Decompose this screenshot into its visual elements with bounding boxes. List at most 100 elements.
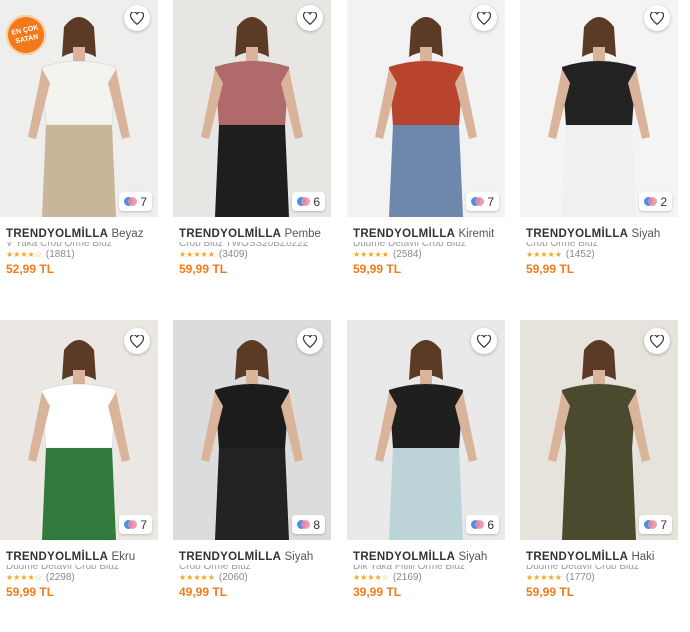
favorite-heart-icon[interactable] xyxy=(644,328,670,354)
product-card[interactable]: 6 TRENDYOLMİLLA Pembe Crop Bluz TWOSS20B… xyxy=(173,0,331,287)
product-subtitle: Crop Örme Bluz xyxy=(179,565,329,569)
product-image[interactable]: 7 xyxy=(520,320,678,540)
product-title[interactable]: TRENDYOLMİLLA Haki xyxy=(526,549,676,565)
rating: ★★★★★ (2584) xyxy=(353,248,422,260)
rating-count: (2584) xyxy=(392,248,422,260)
color-count: 7 xyxy=(140,517,147,532)
product-image[interactable]: 2 xyxy=(520,0,678,217)
product-name: Haki xyxy=(631,551,655,563)
color-variants-badge[interactable]: 7 xyxy=(119,515,152,534)
rating-stars-icon: ★★★★★ xyxy=(526,249,562,259)
product-name: Ekru xyxy=(111,551,136,563)
product-image[interactable]: 8 xyxy=(173,320,331,540)
rating: ★★★★☆ (2298) xyxy=(6,571,75,583)
color-count: 6 xyxy=(313,194,320,209)
price: 49,99 TL xyxy=(179,585,228,599)
rating-stars-icon: ★★★★★ xyxy=(179,572,215,582)
brand-name: TRENDYOLMİLLA xyxy=(179,551,282,563)
product-title[interactable]: TRENDYOLMİLLA Beyaz xyxy=(6,226,156,242)
rating: ★★★★☆ (1881) xyxy=(6,248,75,260)
product-card[interactable]: 8 TRENDYOLMİLLA Siyah Crop Örme Bluz ★★★… xyxy=(173,320,331,610)
product-name: Siyah xyxy=(284,551,314,563)
rating-count: (3409) xyxy=(218,248,248,260)
product-card[interactable]: 6 TRENDYOLMİLLA Siyah Dik Yaka Fitilli Ö… xyxy=(347,320,505,610)
color-variants-badge[interactable]: 8 xyxy=(292,515,325,534)
brand-name: TRENDYOLMİLLA xyxy=(179,228,282,240)
color-count: 6 xyxy=(487,517,494,532)
product-subtitle: Düğme Detaylı Crop Bluz xyxy=(526,565,676,569)
color-swatch-icon xyxy=(471,520,485,529)
rating-count: (1452) xyxy=(565,248,595,260)
rating-count: (1770) xyxy=(565,571,595,583)
color-swatch-icon xyxy=(644,520,658,529)
price: 59,99 TL xyxy=(179,262,228,276)
favorite-heart-icon[interactable] xyxy=(297,5,323,31)
product-name: Siyah xyxy=(631,228,661,240)
color-count: 7 xyxy=(660,517,667,532)
product-subtitle: Düğme Detaylı Crop Bluz xyxy=(6,565,156,569)
color-count: 8 xyxy=(313,517,320,532)
product-card[interactable]: 7 TRENDYOLMİLLA Ekru Düğme Detaylı Crop … xyxy=(0,320,158,610)
rating-stars-icon: ★★★★★ xyxy=(526,572,562,582)
product-card[interactable]: 7 TRENDYOLMİLLA Haki Düğme Detaylı Crop … xyxy=(520,320,678,610)
price: 59,99 TL xyxy=(353,262,402,276)
color-variants-badge[interactable]: 6 xyxy=(292,192,325,211)
favorite-heart-icon[interactable] xyxy=(471,328,497,354)
product-subtitle: V Yaka Crop Örme Bluz xyxy=(6,242,156,246)
rating-stars-icon: ★★★★☆ xyxy=(353,572,389,582)
product-card[interactable]: 7 TRENDYOLMİLLA Kiremit Düğme Detaylı Cr… xyxy=(347,0,505,287)
rating: ★★★★★ (1770) xyxy=(526,571,595,583)
rating-stars-icon: ★★★★★ xyxy=(179,249,215,259)
color-count: 2 xyxy=(660,194,667,209)
brand-name: TRENDYOLMİLLA xyxy=(526,551,629,563)
product-image[interactable]: 6 xyxy=(347,320,505,540)
product-card[interactable]: EN ÇOK SATAN 7 TRENDYOLMİLLA Beyaz V Yak… xyxy=(0,0,158,287)
price: 59,99 TL xyxy=(526,262,575,276)
product-image[interactable]: EN ÇOK SATAN 7 xyxy=(0,0,158,217)
brand-name: TRENDYOLMİLLA xyxy=(353,228,456,240)
rating-stars-icon: ★★★★★ xyxy=(353,249,389,259)
price: 59,99 TL xyxy=(526,585,575,599)
color-variants-badge[interactable]: 6 xyxy=(466,515,499,534)
product-subtitle: Crop Bluz TWOSS20BZ0222 xyxy=(179,242,329,246)
product-card[interactable]: 2 TRENDYOLMİLLA Siyah Crop Örme Bluz ★★★… xyxy=(520,0,678,287)
product-title[interactable]: TRENDYOLMİLLA Siyah xyxy=(526,226,676,242)
color-variants-badge[interactable]: 7 xyxy=(466,192,499,211)
favorite-heart-icon[interactable] xyxy=(297,328,323,354)
favorite-heart-icon[interactable] xyxy=(471,5,497,31)
favorite-heart-icon[interactable] xyxy=(644,5,670,31)
color-swatch-icon xyxy=(471,197,485,206)
product-title[interactable]: TRENDYOLMİLLA Siyah xyxy=(353,549,503,565)
color-count: 7 xyxy=(140,194,147,209)
color-swatch-icon xyxy=(124,197,138,206)
color-swatch-icon xyxy=(124,520,138,529)
color-variants-badge[interactable]: 7 xyxy=(639,515,672,534)
favorite-heart-icon[interactable] xyxy=(124,5,150,31)
rating-count: (1881) xyxy=(45,248,75,260)
product-title[interactable]: TRENDYOLMİLLA Pembe xyxy=(179,226,329,242)
color-count: 7 xyxy=(487,194,494,209)
color-variants-badge[interactable]: 2 xyxy=(639,192,672,211)
product-title[interactable]: TRENDYOLMİLLA Siyah xyxy=(179,549,329,565)
price: 59,99 TL xyxy=(6,585,55,599)
product-image[interactable]: 7 xyxy=(0,320,158,540)
brand-name: TRENDYOLMİLLA xyxy=(6,228,109,240)
product-title[interactable]: TRENDYOLMİLLA Kiremit xyxy=(353,226,503,242)
rating: ★★★★★ (2060) xyxy=(179,571,248,583)
color-variants-badge[interactable]: 7 xyxy=(119,192,152,211)
product-subtitle: Dik Yaka Fitilli Örme Bluz xyxy=(353,565,503,569)
rating-count: (2169) xyxy=(392,571,422,583)
rating: ★★★★☆ (2169) xyxy=(353,571,422,583)
rating: ★★★★★ (1452) xyxy=(526,248,595,260)
color-swatch-icon xyxy=(297,520,311,529)
product-name: Siyah xyxy=(458,551,488,563)
favorite-heart-icon[interactable] xyxy=(124,328,150,354)
product-subtitle: Düğme Detaylı Crop Bluz xyxy=(353,242,503,246)
brand-name: TRENDYOLMİLLA xyxy=(6,551,109,563)
product-name: Kiremit xyxy=(458,228,495,240)
product-title[interactable]: TRENDYOLMİLLA Ekru xyxy=(6,549,156,565)
product-image[interactable]: 6 xyxy=(173,0,331,217)
color-swatch-icon xyxy=(297,197,311,206)
product-image[interactable]: 7 xyxy=(347,0,505,217)
rating-stars-icon: ★★★★☆ xyxy=(6,572,42,582)
